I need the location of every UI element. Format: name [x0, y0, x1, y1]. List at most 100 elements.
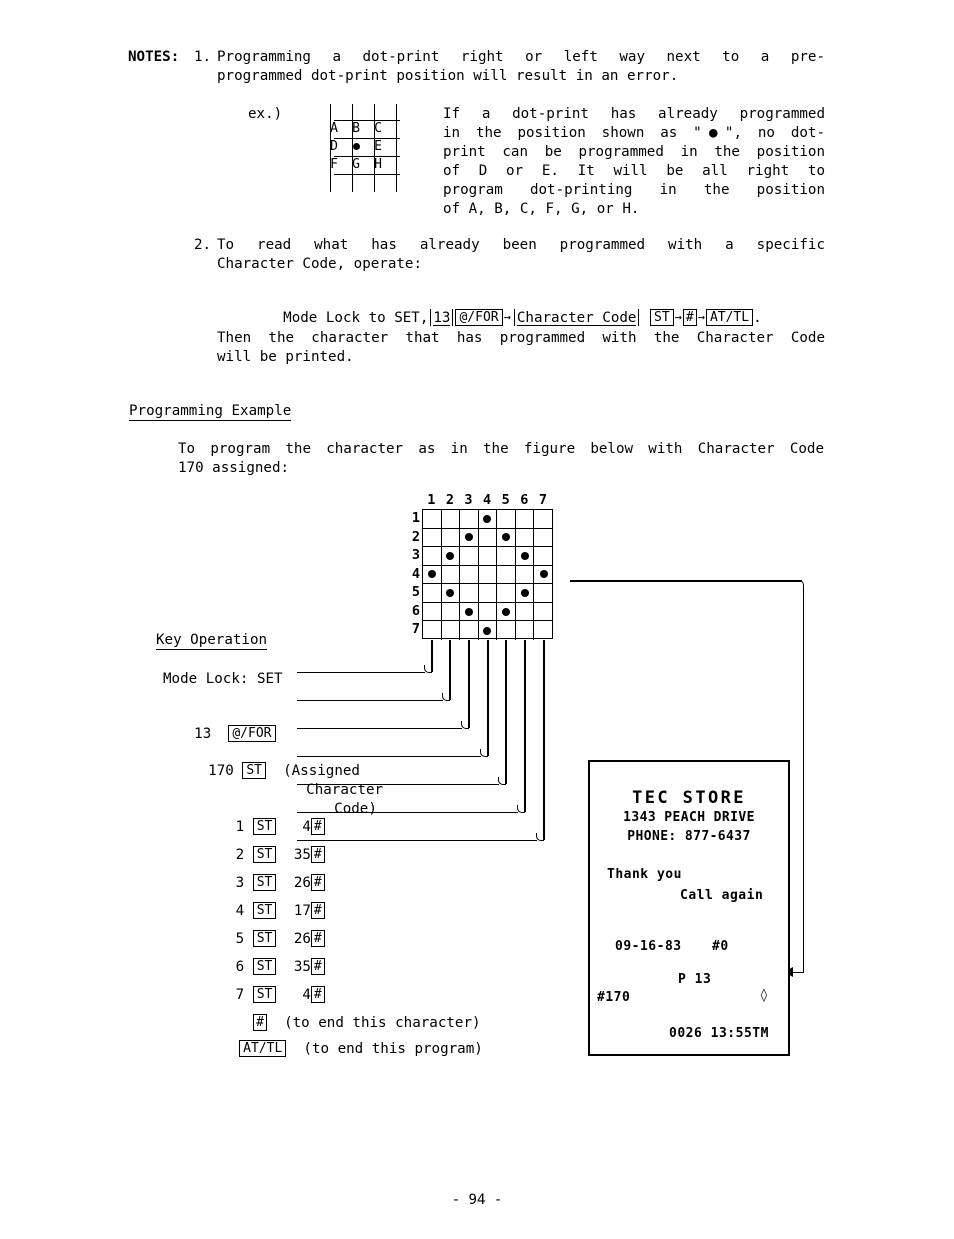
separator-pipe	[638, 308, 640, 326]
notes-item-1-number: 1.	[194, 49, 212, 65]
connector-corner	[461, 721, 469, 729]
matrix-cell-r5-c3	[460, 584, 479, 603]
notes-item-1-line-1: Programming a dot-print right or left wa…	[217, 49, 825, 65]
connector-corner	[442, 693, 450, 701]
matrix-cell-r7-c4	[479, 621, 498, 640]
end-program-text: (to end this program)	[303, 1041, 483, 1057]
matrix-cell-r2-c2	[441, 528, 461, 548]
receipt-phone: PHONE: 877-6437	[627, 829, 751, 844]
matrix-cell-r2-c5	[497, 528, 516, 548]
programming-example-intro-line-1: To program the character as in the figur…	[178, 441, 824, 457]
key-at-tl[interactable]: AT/TL	[705, 308, 754, 326]
matrix-dot-icon	[520, 589, 529, 598]
end-program-line: AT/TL (to end this program)	[205, 1022, 483, 1076]
matrix-cell-r6-c1	[423, 602, 442, 622]
matrix-cell-r1-c6	[515, 510, 535, 529]
example-description-line-6: of A, B, C, F, G, or H.	[443, 201, 640, 217]
matrix-cell-r5-c6	[515, 584, 535, 603]
matrix-cell-r3-c1	[423, 547, 442, 566]
matrix-dot-icon	[539, 570, 548, 579]
matrix-row-header: 1	[411, 510, 420, 526]
matrix-cell-r3-c4	[478, 547, 498, 566]
receipt-connector-line	[802, 588, 804, 972]
matrix-cell-r5-c4	[478, 584, 498, 603]
connector-corner	[517, 805, 525, 813]
matrix-cell-r7-c5	[497, 621, 516, 640]
example-description-line-4: of D or E. It will be all right to	[443, 163, 825, 179]
key-at-tl[interactable]: AT/TL	[239, 1039, 287, 1057]
matrix-cell-r1-c7	[534, 510, 553, 529]
matrix-grid	[422, 509, 553, 640]
receipt-store-name: TEC STORE	[632, 788, 746, 808]
arrow-right-icon: →	[674, 310, 682, 324]
notes-label: NOTES:	[128, 49, 180, 65]
matrix-cell-r5-c5	[497, 584, 516, 603]
matrix-dot-icon	[483, 514, 492, 523]
example-dot-grid: A B C D E F G H	[330, 104, 408, 192]
key-operation-heading: Key Operation	[156, 632, 268, 650]
key-hash[interactable]: #	[682, 308, 697, 326]
key-st[interactable]: ST	[650, 308, 674, 326]
matrix-cell-r6-c4	[478, 602, 498, 622]
matrix-cell-r7-c6	[516, 621, 535, 640]
matrix-cell-r4-c3	[460, 565, 479, 585]
receipt-thank-you: Thank you	[607, 867, 682, 882]
matrix-cell-r7-c3	[460, 621, 479, 640]
matrix-cell-r7-c1	[423, 621, 442, 640]
example-cell-dot	[345, 138, 367, 156]
matrix-col-header: 5	[501, 492, 510, 508]
example-cell-b: B	[352, 121, 360, 136]
page-number: - 94 -	[451, 1192, 503, 1208]
matrix-cell-r2-c4	[478, 528, 498, 548]
matrix-column-headers: 1 2 3 4 5 6 7	[422, 492, 553, 509]
connector-line	[543, 640, 545, 840]
matrix-cell-r3-c3	[460, 547, 479, 566]
key-st[interactable]: ST	[242, 761, 266, 779]
matrix-cell-r3-c5	[497, 547, 516, 566]
connector-line	[297, 727, 462, 729]
example-description-line-1: If a dot-print has already programmed	[443, 106, 825, 122]
step-code: 13	[194, 726, 212, 742]
read-sequence-character-code: Character Code	[516, 310, 637, 326]
matrix-cell-r4-c5	[497, 565, 516, 585]
connector-line	[468, 640, 470, 728]
example-cell-c: C	[374, 121, 382, 136]
example-cell-g: G	[352, 157, 360, 172]
receipt-connector-line	[570, 580, 802, 582]
matrix-cell-r6-c7	[534, 603, 553, 622]
dot-icon	[352, 143, 360, 150]
key-at-for[interactable]: @/FOR	[228, 724, 276, 742]
connector-line	[449, 640, 451, 700]
matrix-cell-r5-c1	[423, 584, 442, 603]
receipt-printed-character: ◊	[760, 988, 769, 1003]
matrix-dot-icon	[502, 607, 511, 616]
matrix-row-header: 7	[411, 621, 420, 638]
matrix-dot-icon	[520, 551, 529, 560]
example-grid-row-2: D E	[330, 138, 400, 156]
matrix-cell-r1-c3	[460, 510, 479, 529]
matrix-col-header: 4	[483, 492, 492, 508]
matrix-cell-r7-c7	[534, 621, 553, 640]
matrix-cell-r6-c2	[441, 602, 461, 622]
connector-line	[297, 671, 425, 673]
matrix-col-header: 1	[427, 492, 436, 508]
separator-pipe	[513, 308, 515, 326]
matrix-cell-r1-c2	[441, 510, 461, 529]
matrix-cell-r4-c4	[478, 565, 498, 585]
programming-example-heading: Programming Example	[129, 403, 292, 421]
notes-item-1-line-2: programmed dot-print position will resul…	[217, 68, 679, 84]
document-page: NOTES: 1. Programming a dot-print right …	[0, 0, 954, 1239]
mode-lock-line: Mode Lock: SET	[163, 671, 283, 687]
matrix-dot-icon	[446, 589, 455, 598]
matrix-cell-r4-c1	[423, 565, 442, 585]
matrix-dot-icon	[446, 551, 455, 560]
matrix-cell-r2-c6	[515, 528, 535, 548]
example-grid-row-1: A B C	[330, 120, 400, 138]
then-text-line-2: will be printed.	[217, 349, 354, 365]
assigned-code: 170	[208, 763, 234, 779]
receipt-char-code: #170	[597, 990, 631, 1005]
example-description-line-2: in the position shown as "●", no dot-	[443, 125, 825, 141]
matrix-dot-icon	[427, 570, 436, 579]
then-text-line-1: Then the character that has programmed w…	[217, 330, 825, 346]
key-at-for[interactable]: @/FOR	[455, 308, 503, 326]
